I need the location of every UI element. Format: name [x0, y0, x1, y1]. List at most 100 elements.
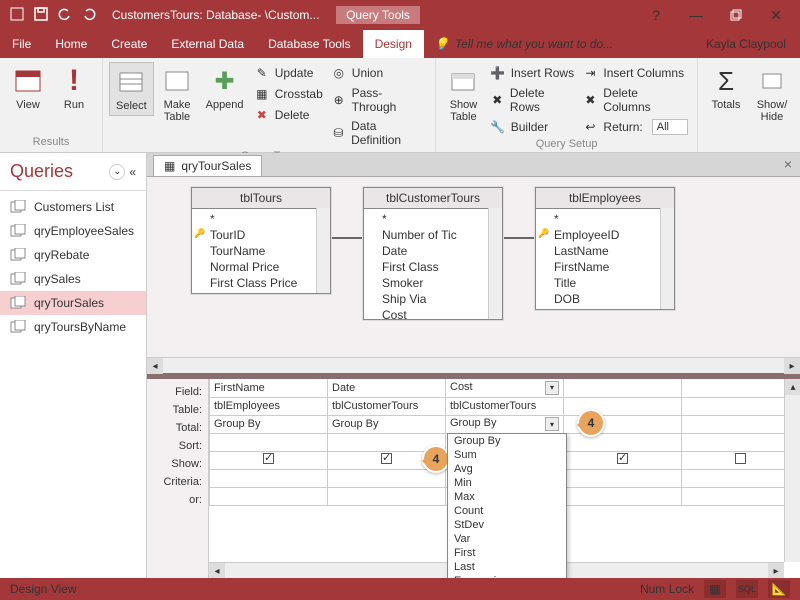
user-name[interactable]: Kayla Claypool — [692, 30, 800, 58]
field-item[interactable]: Date — [364, 243, 502, 259]
field-item[interactable]: TourID — [192, 227, 330, 243]
grid-cell-or[interactable] — [564, 487, 682, 505]
table-box[interactable]: tblEmployees*EmployeeIDLastNameFirstName… — [535, 187, 675, 310]
nav-item[interactable]: qryRebate — [0, 243, 146, 267]
field-item[interactable]: LastName — [536, 243, 674, 259]
nav-title[interactable]: Queries — [10, 161, 73, 182]
update-button[interactable]: ✎Update — [251, 64, 326, 82]
dropdown-option[interactable]: Sum — [448, 448, 566, 462]
make-table-button[interactable]: Make Table — [156, 62, 199, 126]
view-button[interactable]: View — [6, 62, 50, 114]
tab-home[interactable]: Home — [43, 30, 99, 58]
doc-tab[interactable]: ▦qryTourSales — [153, 155, 262, 176]
show-checkbox[interactable] — [617, 453, 628, 464]
select-query-button[interactable]: Select — [109, 62, 154, 116]
grid-cell-table[interactable]: tblCustomerTours — [328, 397, 446, 415]
field-item[interactable]: TourName — [192, 243, 330, 259]
tab-design[interactable]: Design — [363, 30, 424, 58]
grid-cell-sort[interactable] — [682, 433, 800, 451]
dropdown-option[interactable]: Last — [448, 560, 566, 574]
dropdown-option[interactable]: Expression — [448, 574, 566, 578]
grid-cell-show[interactable] — [210, 451, 328, 469]
grid-cell-criteria[interactable] — [328, 469, 446, 487]
table-scrollbar[interactable] — [660, 208, 674, 309]
insert-columns-button[interactable]: ⇥Insert Columns — [579, 64, 691, 82]
save-icon[interactable] — [34, 7, 48, 24]
field-item[interactable]: Ship Via — [364, 291, 502, 307]
field-item[interactable]: First Class — [364, 259, 502, 275]
total-dropdown-icon[interactable]: ▾ — [545, 417, 559, 431]
table-box[interactable]: tblTours*TourIDTourNameNormal PriceFirst… — [191, 187, 331, 294]
builder-button[interactable]: 🔧Builder — [487, 118, 578, 136]
field-item[interactable]: Smoker — [364, 275, 502, 291]
table-header[interactable]: tblTours — [192, 188, 330, 209]
field-item[interactable]: Cost — [364, 307, 502, 319]
grid-cell-field[interactable]: Date — [328, 379, 446, 397]
field-item[interactable]: First Class Price — [192, 275, 330, 291]
grid-cell-table[interactable] — [682, 397, 800, 415]
tell-me[interactable]: 💡Tell me what you want to do... — [424, 30, 623, 58]
grid-cell-total[interactable]: Group By▾ — [446, 415, 564, 433]
show-checkbox[interactable] — [263, 453, 274, 464]
grid-cell-total[interactable] — [682, 415, 800, 433]
grid-cell-show[interactable] — [564, 451, 682, 469]
tab-external-data[interactable]: External Data — [159, 30, 256, 58]
table-header[interactable]: tblCustomerTours — [364, 188, 502, 209]
show-table-button[interactable]: Show Table — [442, 62, 485, 126]
dropdown-option[interactable]: First — [448, 546, 566, 560]
grid-cell-criteria[interactable] — [682, 469, 800, 487]
diagram-hscroll[interactable]: ◂▸ — [147, 357, 800, 373]
field-item[interactable]: FirstName — [536, 259, 674, 275]
field-item[interactable]: DOB — [536, 291, 674, 307]
grid-cell-field[interactable]: Cost▾ — [446, 379, 564, 397]
show-checkbox[interactable] — [735, 453, 746, 464]
grid-cell-or[interactable] — [328, 487, 446, 505]
field-item[interactable]: Number of Tic — [364, 227, 502, 243]
grid-cell-or[interactable] — [210, 487, 328, 505]
field-dropdown-icon[interactable]: ▾ — [545, 381, 559, 395]
field-item[interactable]: EmployeeID — [536, 227, 674, 243]
grid-cell-field[interactable] — [564, 379, 682, 397]
dropdown-option[interactable]: Max — [448, 490, 566, 504]
field-item[interactable]: * — [364, 211, 502, 227]
total-dropdown[interactable]: Group BySumAvgMinMaxCountStDevVarFirstLa… — [447, 433, 567, 578]
table-box[interactable]: tblCustomerTours *Number of TicDateFirst … — [363, 187, 503, 320]
grid-cell-table[interactable]: tblEmployees — [210, 397, 328, 415]
field-item[interactable]: Title — [536, 275, 674, 291]
undo-icon[interactable] — [58, 7, 72, 24]
table-scrollbar[interactable] — [488, 208, 502, 319]
show-hide-button[interactable]: Show/ Hide — [750, 62, 794, 126]
grid-cell-table[interactable]: tblCustomerTours — [446, 397, 564, 415]
field-item[interactable]: Normal Price — [192, 259, 330, 275]
help-button[interactable]: ? — [636, 0, 676, 30]
return-select[interactable]: All — [652, 119, 688, 135]
dropdown-option[interactable]: Avg — [448, 462, 566, 476]
passthrough-button[interactable]: ⊕Pass-Through — [328, 85, 429, 115]
delete-button[interactable]: ✖Delete — [251, 106, 326, 124]
design-view-button[interactable]: 📐 — [768, 580, 790, 598]
datasheet-view-button[interactable]: ▦ — [704, 580, 726, 598]
return-button[interactable]: ↩Return:All — [579, 118, 691, 136]
dropdown-option[interactable]: StDev — [448, 518, 566, 532]
dropdown-option[interactable]: Count — [448, 504, 566, 518]
nav-item[interactable]: qryToursByName — [0, 315, 146, 339]
grid-cell-sort[interactable] — [210, 433, 328, 451]
nav-item[interactable]: Customers List — [0, 195, 146, 219]
close-button[interactable]: ✕ — [756, 0, 796, 30]
dropdown-option[interactable]: Group By — [448, 434, 566, 448]
nav-item[interactable]: qrySales — [0, 267, 146, 291]
grid-cell-sort[interactable] — [564, 433, 682, 451]
delete-columns-button[interactable]: ✖Delete Columns — [579, 85, 691, 115]
grid-cell-show[interactable] — [682, 451, 800, 469]
tab-file[interactable]: File — [0, 30, 43, 58]
grid-cell-field[interactable]: FirstName — [210, 379, 328, 397]
sql-view-button[interactable]: SQL — [736, 580, 758, 598]
grid-cell-criteria[interactable] — [564, 469, 682, 487]
grid-cell-field[interactable] — [682, 379, 800, 397]
grid-cell-total[interactable]: Group By — [328, 415, 446, 433]
grid-cell-criteria[interactable] — [210, 469, 328, 487]
totals-button[interactable]: ΣTotals — [704, 62, 748, 114]
insert-rows-button[interactable]: ➕Insert Rows — [487, 64, 578, 82]
dropdown-option[interactable]: Min — [448, 476, 566, 490]
union-button[interactable]: ◎Union — [328, 64, 429, 82]
